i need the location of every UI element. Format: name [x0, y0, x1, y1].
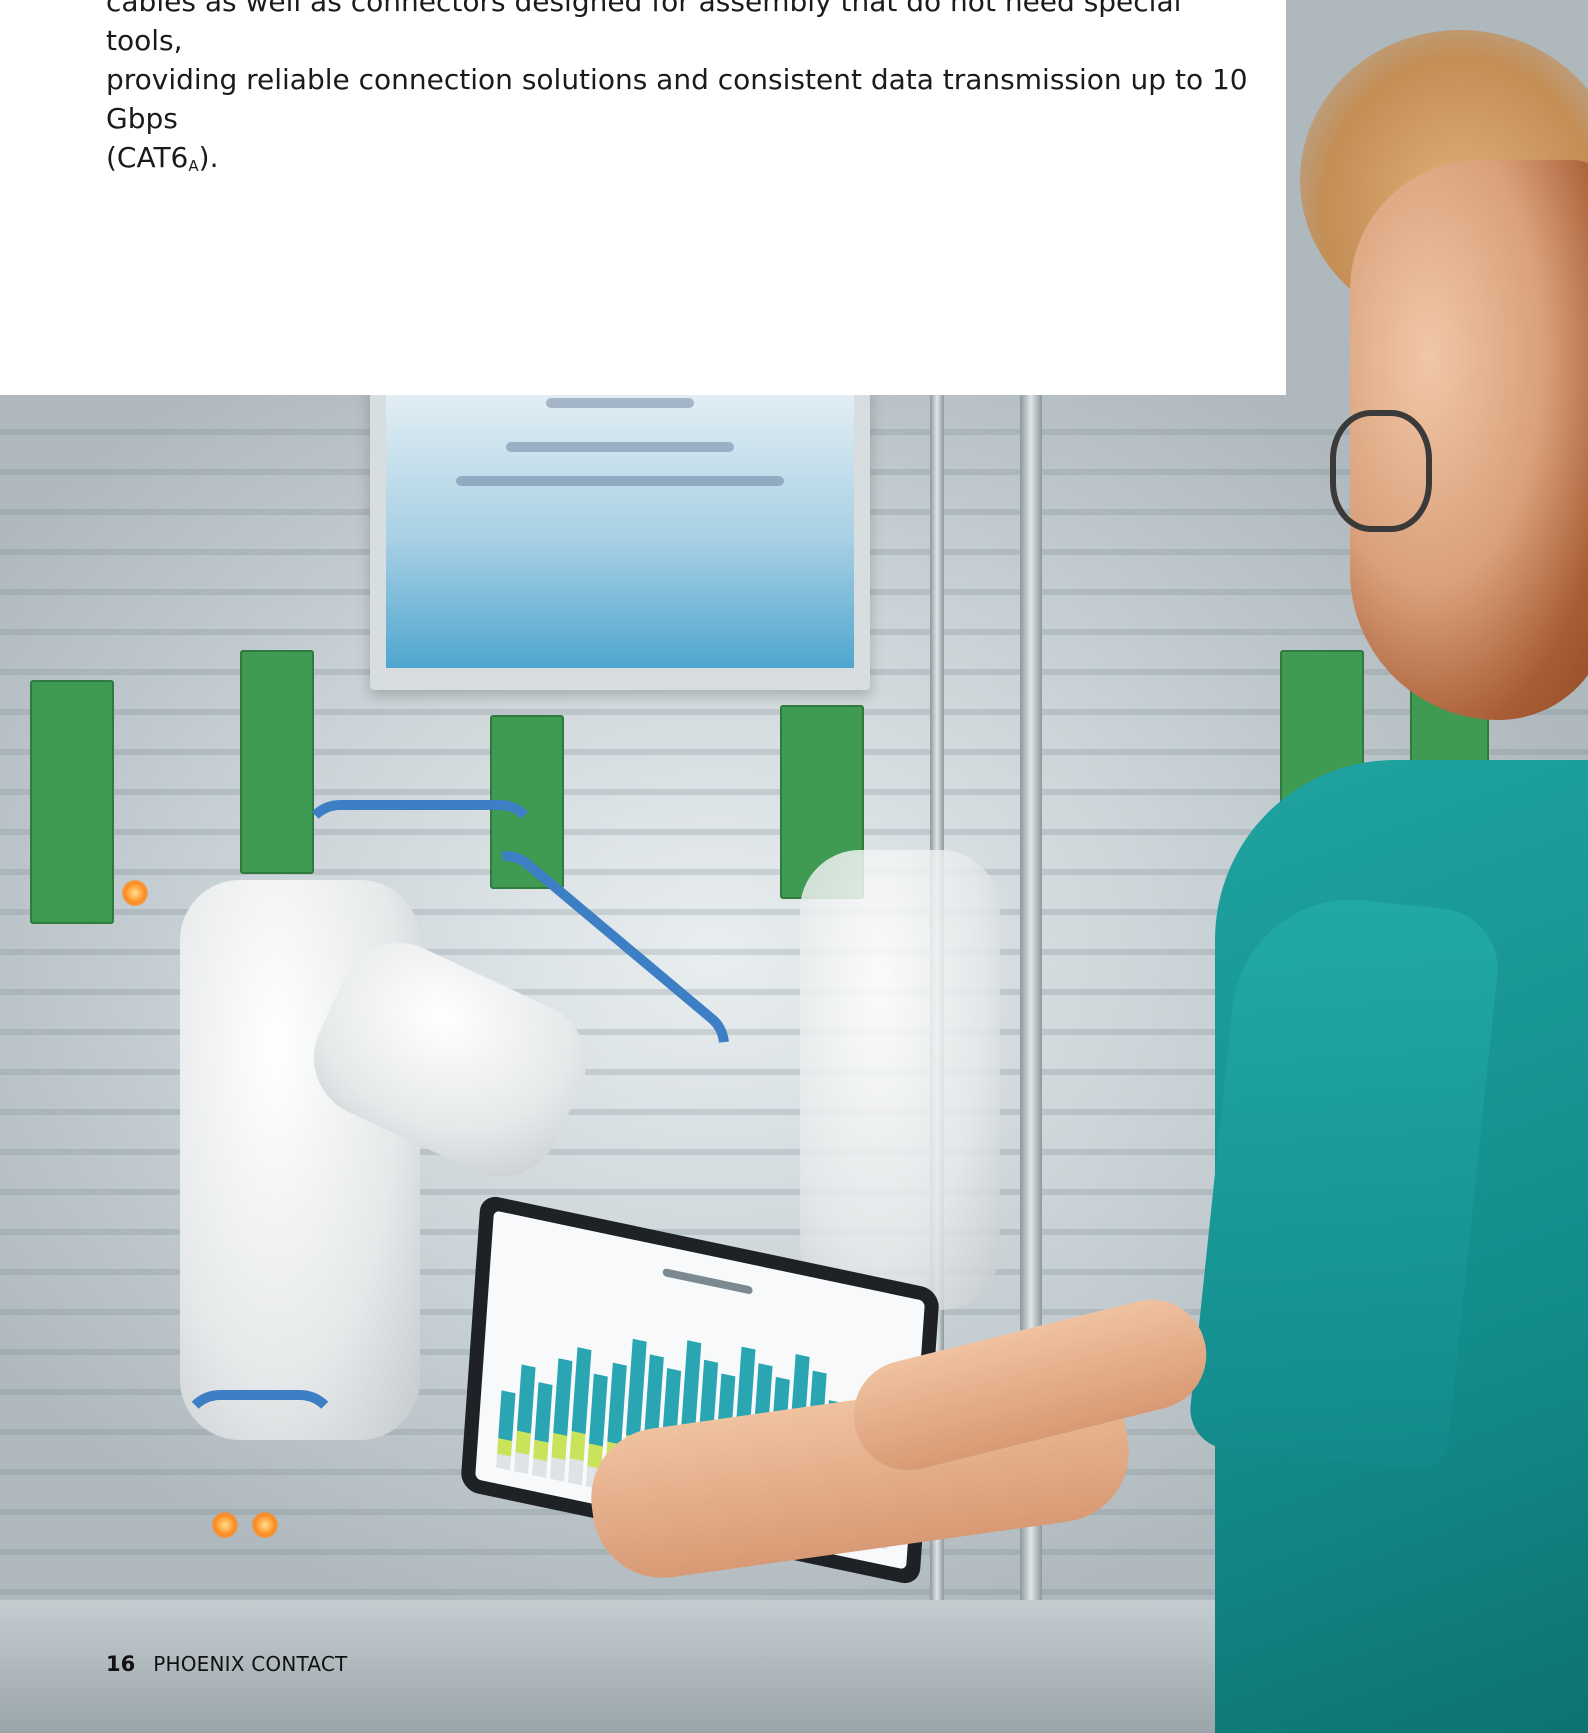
body-line: cables as well as connectors designed fo… — [106, 0, 1182, 57]
page-number: 16 — [106, 1652, 136, 1676]
subscript: A — [188, 157, 199, 175]
text-panel: cables as well as connectors designed fo… — [0, 0, 1286, 395]
body-line-prefix: (CAT6 — [106, 141, 189, 174]
tablet-bar — [532, 1382, 553, 1478]
glass-pillar — [1020, 395, 1042, 1733]
brand-name: PHOENIX CONTACT — [153, 1652, 348, 1676]
status-lamp — [252, 1512, 278, 1538]
robot-arm — [800, 850, 1000, 1310]
tablet-bar — [496, 1389, 516, 1471]
status-lamp — [122, 880, 148, 906]
body-line: providing reliable connection solutions … — [106, 63, 1248, 135]
circuit-board — [30, 680, 114, 924]
tablet-chart-title — [662, 1267, 753, 1295]
monitor-text-line — [456, 476, 784, 486]
page-footer: 16 PHOENIX CONTACT — [106, 1652, 347, 1676]
monitor-text-line — [506, 442, 734, 452]
status-lamp — [212, 1512, 238, 1538]
body-line-suffix: ). — [198, 141, 219, 174]
monitor-screen — [386, 380, 854, 668]
body-paragraph: cables as well as connectors designed fo… — [106, 0, 1266, 177]
factory-monitor — [370, 380, 870, 690]
glasses — [1330, 410, 1432, 532]
monitor-text-line — [546, 398, 694, 408]
